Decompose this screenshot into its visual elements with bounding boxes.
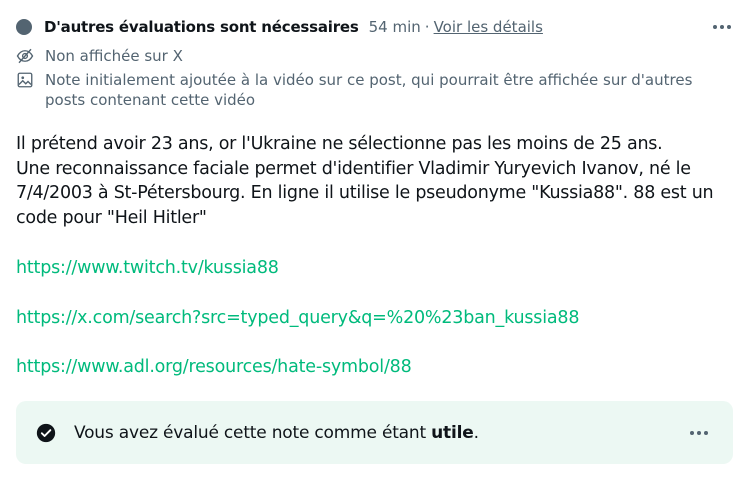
more-horizontal-icon: [690, 430, 708, 435]
note-text: Il prétend avoir 23 ans, or l'Ukraine ne…: [16, 132, 728, 230]
status-title: D'autres évaluations sont nécessaires: [44, 18, 359, 36]
see-details-link[interactable]: Voir les détails: [434, 18, 543, 36]
status-dot-icon: [16, 19, 32, 35]
source-link-adl[interactable]: https://www.adl.org/resources/hate-symbo…: [16, 355, 412, 379]
rating-value: utile: [431, 422, 474, 443]
check-circle-icon: [36, 423, 56, 442]
media-note-text: Note initialement ajoutée à la vidéo sur…: [45, 71, 693, 109]
meta-separator: ·: [424, 18, 430, 36]
source-link-twitch[interactable]: https://www.twitch.tv/kussia88: [16, 256, 279, 280]
not-shown-text: Non affichée sur X: [45, 47, 183, 65]
source-link-x-search[interactable]: https://x.com/search?src=typed_query&q=%…: [16, 306, 579, 330]
rating-suffix: .: [473, 422, 479, 443]
rating-prefix: Vous avez évalué cette note comme étant: [74, 422, 432, 443]
media-note-info: Note initialement ajoutée à la vidéo sur…: [16, 70, 732, 110]
rating-text: Vous avez évalué cette note comme étant …: [74, 423, 479, 443]
community-note-card: D'autres évaluations sont nécessaires 54…: [0, 0, 748, 480]
image-icon: [17, 72, 33, 88]
rating-confirmation-box: Vous avez évalué cette note comme étant …: [16, 401, 733, 464]
note-header: D'autres évaluations sont nécessaires 54…: [16, 14, 734, 40]
eye-slash-icon: [16, 48, 34, 64]
not-shown-info: Non affichée sur X: [16, 46, 732, 66]
rating-more-button[interactable]: [687, 421, 711, 445]
more-horizontal-icon: [713, 25, 731, 29]
note-paragraph-1: Il prétend avoir 23 ans, or l'Ukraine ne…: [16, 134, 663, 154]
note-paragraph-2: Une reconnaissance faciale permet d'iden…: [16, 158, 714, 228]
more-options-button[interactable]: [710, 15, 734, 39]
timestamp: 54 min: [368, 18, 421, 36]
